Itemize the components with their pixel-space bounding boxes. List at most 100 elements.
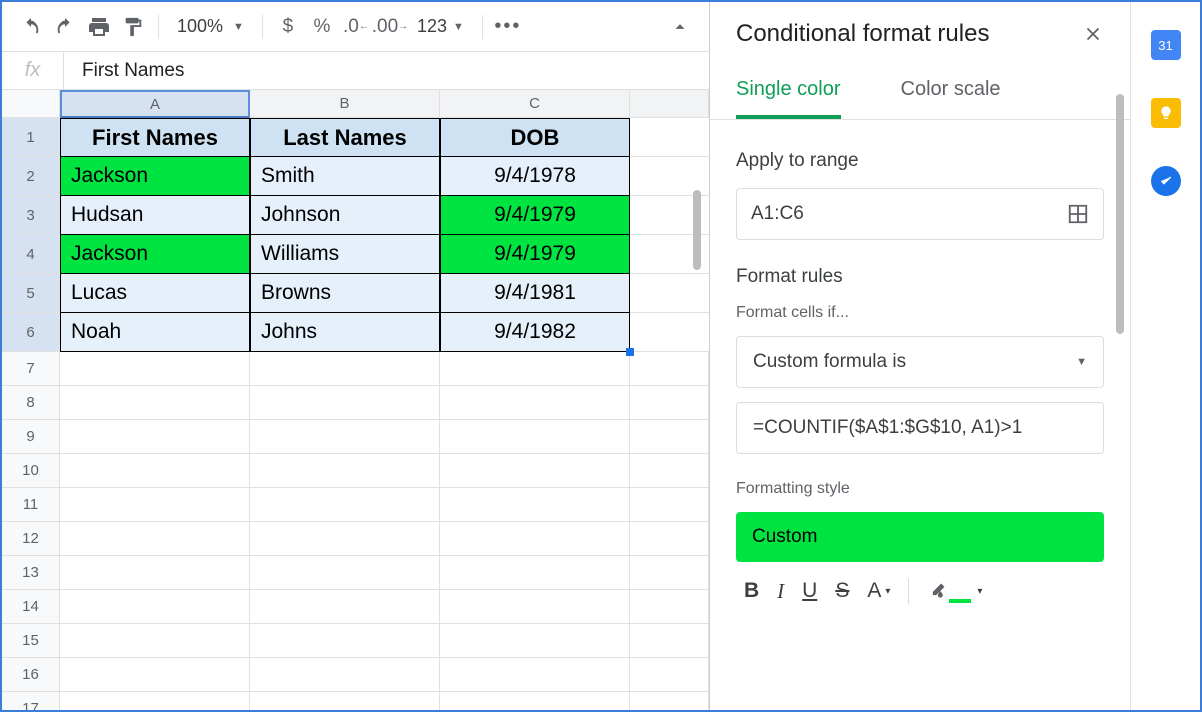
expand-toolbar-button[interactable] bbox=[665, 12, 695, 42]
text-color-button[interactable]: A▾ bbox=[867, 579, 890, 603]
underline-button[interactable]: U bbox=[802, 579, 817, 603]
vertical-scrollbar[interactable] bbox=[693, 190, 701, 270]
empty-cell[interactable] bbox=[60, 658, 250, 692]
empty-cell[interactable] bbox=[60, 522, 250, 556]
print-button[interactable] bbox=[84, 12, 114, 42]
formula-input-box[interactable]: =COUNTIF($A$1:$G$10, A1)>1 bbox=[736, 402, 1104, 454]
zoom-dropdown[interactable]: 100% ▼ bbox=[169, 16, 252, 37]
empty-cell[interactable] bbox=[250, 386, 440, 420]
empty-cell[interactable] bbox=[60, 420, 250, 454]
empty-cell[interactable] bbox=[60, 488, 250, 522]
table-cell[interactable]: 9/4/1981 bbox=[440, 274, 630, 313]
empty-cell[interactable] bbox=[60, 386, 250, 420]
row-header[interactable]: 14 bbox=[2, 590, 60, 624]
table-cell[interactable]: Lucas bbox=[60, 274, 250, 313]
empty-cell[interactable] bbox=[440, 386, 630, 420]
empty-cell[interactable] bbox=[250, 590, 440, 624]
row-header[interactable]: 16 bbox=[2, 658, 60, 692]
range-input[interactable]: A1:C6 bbox=[736, 188, 1104, 240]
row-header[interactable]: 10 bbox=[2, 454, 60, 488]
column-header-c[interactable]: C bbox=[440, 90, 630, 118]
empty-cell[interactable] bbox=[440, 692, 630, 710]
table-cell[interactable]: Browns bbox=[250, 274, 440, 313]
empty-cell[interactable] bbox=[440, 590, 630, 624]
decrease-decimal-button[interactable]: .0← bbox=[341, 12, 371, 42]
column-header-b[interactable]: B bbox=[250, 90, 440, 118]
table-header-cell[interactable]: DOB bbox=[440, 118, 630, 157]
fill-color-button[interactable]: ▾ bbox=[927, 581, 982, 601]
empty-cell[interactable] bbox=[440, 658, 630, 692]
empty-cell[interactable] bbox=[60, 692, 250, 710]
row-header[interactable]: 1 bbox=[2, 118, 60, 157]
row-header[interactable]: 4 bbox=[2, 235, 60, 274]
table-cell[interactable]: Jackson bbox=[60, 235, 250, 274]
empty-cell[interactable] bbox=[250, 556, 440, 590]
empty-cell[interactable] bbox=[440, 420, 630, 454]
row-header[interactable]: 15 bbox=[2, 624, 60, 658]
empty-cell[interactable] bbox=[250, 692, 440, 710]
empty-cell[interactable] bbox=[250, 522, 440, 556]
empty-cell[interactable] bbox=[440, 488, 630, 522]
empty-cell[interactable] bbox=[250, 454, 440, 488]
empty-cell[interactable] bbox=[60, 556, 250, 590]
tab-color-scale[interactable]: Color scale bbox=[901, 78, 1001, 119]
empty-cell[interactable] bbox=[440, 352, 630, 386]
select-range-icon[interactable] bbox=[1067, 203, 1089, 225]
selection-handle[interactable] bbox=[626, 348, 634, 356]
table-cell[interactable]: 9/4/1979 bbox=[440, 196, 630, 235]
increase-decimal-button[interactable]: .00→ bbox=[375, 12, 405, 42]
column-header-rest[interactable] bbox=[630, 90, 709, 118]
calendar-icon[interactable]: 31 bbox=[1151, 30, 1181, 60]
table-cell[interactable]: Noah bbox=[60, 313, 250, 352]
column-header-a[interactable]: A bbox=[60, 90, 250, 118]
table-header-cell[interactable]: Last Names bbox=[250, 118, 440, 157]
formula-input[interactable]: First Names bbox=[64, 60, 709, 82]
sidebar-scrollbar[interactable] bbox=[1116, 94, 1124, 334]
percent-format-button[interactable]: % bbox=[307, 12, 337, 42]
row-header[interactable]: 2 bbox=[2, 157, 60, 196]
empty-cell[interactable] bbox=[250, 488, 440, 522]
close-sidebar-button[interactable] bbox=[1082, 23, 1104, 45]
empty-cell[interactable] bbox=[250, 658, 440, 692]
row-header[interactable]: 8 bbox=[2, 386, 60, 420]
row-header[interactable]: 9 bbox=[2, 420, 60, 454]
table-cell[interactable]: Johnson bbox=[250, 196, 440, 235]
table-header-cell[interactable]: First Names bbox=[60, 118, 250, 157]
row-header[interactable]: 13 bbox=[2, 556, 60, 590]
table-cell[interactable]: Jackson bbox=[60, 157, 250, 196]
row-header[interactable]: 3 bbox=[2, 196, 60, 235]
table-cell[interactable]: Smith bbox=[250, 157, 440, 196]
paint-format-button[interactable] bbox=[118, 12, 148, 42]
table-cell[interactable]: Johns bbox=[250, 313, 440, 352]
currency-format-button[interactable]: $ bbox=[273, 12, 303, 42]
select-all-corner[interactable] bbox=[2, 90, 60, 118]
empty-cell[interactable] bbox=[60, 352, 250, 386]
redo-button[interactable] bbox=[50, 12, 80, 42]
strikethrough-button[interactable]: S bbox=[835, 579, 849, 603]
row-header[interactable]: 17 bbox=[2, 692, 60, 710]
row-header[interactable]: 5 bbox=[2, 274, 60, 313]
table-cell[interactable]: 9/4/1982 bbox=[440, 313, 630, 352]
undo-button[interactable] bbox=[16, 12, 46, 42]
table-cell[interactable]: 9/4/1979 bbox=[440, 235, 630, 274]
empty-cell[interactable] bbox=[60, 454, 250, 488]
empty-cell[interactable] bbox=[440, 556, 630, 590]
empty-cell[interactable] bbox=[250, 420, 440, 454]
empty-cell[interactable] bbox=[60, 590, 250, 624]
italic-button[interactable]: I bbox=[777, 579, 784, 604]
row-header[interactable]: 11 bbox=[2, 488, 60, 522]
spreadsheet-grid[interactable]: A B C 1First NamesLast NamesDOB 2JacksonS… bbox=[2, 90, 709, 710]
empty-cell[interactable] bbox=[440, 522, 630, 556]
empty-cell[interactable] bbox=[250, 352, 440, 386]
table-cell[interactable]: 9/4/1978 bbox=[440, 157, 630, 196]
number-format-dropdown[interactable]: 123 ▼ bbox=[409, 16, 472, 37]
condition-dropdown[interactable]: Custom formula is ▼ bbox=[736, 336, 1104, 388]
keep-icon[interactable] bbox=[1151, 98, 1181, 128]
empty-cell[interactable] bbox=[440, 624, 630, 658]
table-cell[interactable]: Hudsan bbox=[60, 196, 250, 235]
row-header[interactable]: 7 bbox=[2, 352, 60, 386]
tasks-icon[interactable] bbox=[1151, 166, 1181, 196]
table-cell[interactable]: Williams bbox=[250, 235, 440, 274]
row-header[interactable]: 12 bbox=[2, 522, 60, 556]
empty-cell[interactable] bbox=[440, 454, 630, 488]
